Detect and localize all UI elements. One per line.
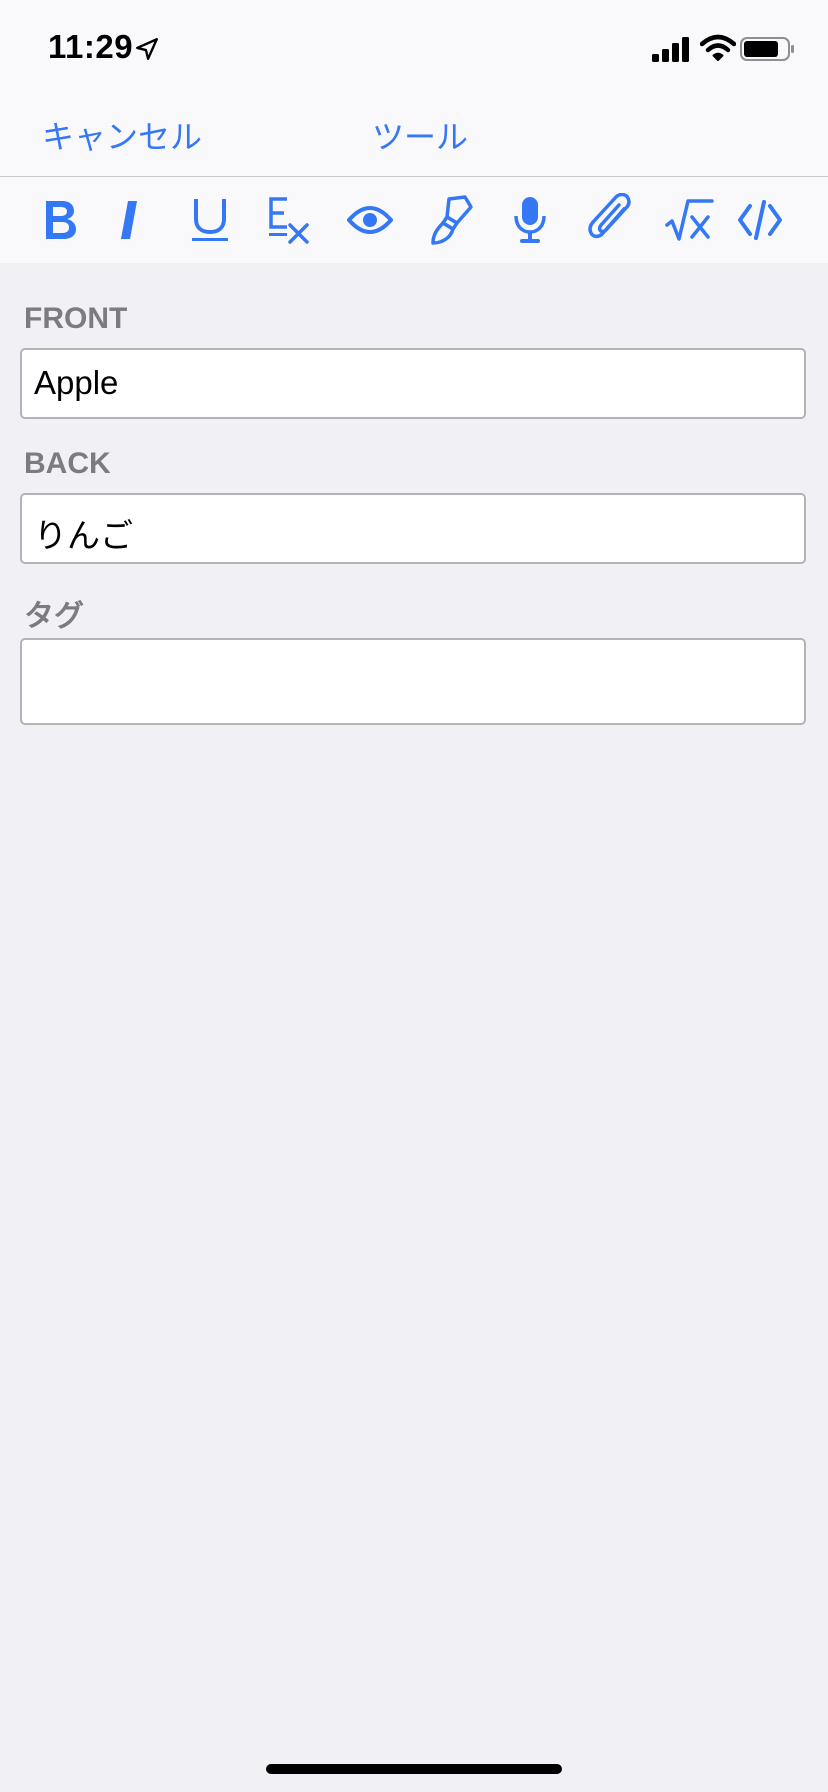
- cellular-signal-icon: [652, 37, 689, 62]
- underline-button[interactable]: [179, 192, 241, 248]
- formatting-toolbar: [0, 177, 828, 263]
- attach-button[interactable]: [579, 192, 641, 248]
- paintbrush-button[interactable]: [419, 192, 481, 248]
- tags-field[interactable]: [20, 638, 806, 725]
- cancel-button[interactable]: キャンセル: [42, 112, 202, 158]
- clear-formatting-icon: [269, 197, 309, 244]
- status-bar: 11:29: [0, 0, 828, 88]
- front-field[interactable]: Apple: [20, 348, 806, 419]
- status-time: 11:29: [48, 28, 134, 65]
- front-field-value: Apple: [34, 364, 119, 401]
- clear-formatting-button[interactable]: [258, 192, 320, 248]
- bold-button[interactable]: [29, 192, 91, 248]
- bold-icon: [46, 201, 76, 239]
- wifi-icon: [700, 34, 736, 61]
- nav-bar: キャンセル ツール: [0, 88, 828, 177]
- tags-label: タグ: [24, 600, 84, 633]
- paintbrush-icon: [431, 195, 473, 245]
- html-editor-button[interactable]: [729, 192, 791, 248]
- italic-button[interactable]: [99, 192, 161, 248]
- preview-button[interactable]: [339, 192, 401, 248]
- microphone-icon: [514, 197, 546, 243]
- record-audio-button[interactable]: [499, 192, 561, 248]
- math-root-icon: [665, 199, 714, 241]
- back-label: BACK: [24, 447, 111, 480]
- battery-icon: [740, 37, 794, 61]
- underline-icon: [192, 199, 228, 241]
- tools-button[interactable]: ツール: [372, 112, 468, 158]
- back-field[interactable]: りんご: [20, 493, 806, 564]
- home-indicator: [266, 1764, 562, 1774]
- paperclip-icon: [588, 193, 631, 239]
- back-field-value: りんご: [34, 517, 133, 554]
- code-icon: [738, 200, 782, 240]
- location-arrow-icon: [136, 38, 158, 60]
- math-button[interactable]: [658, 192, 720, 248]
- front-label: FRONT: [24, 302, 128, 335]
- eye-icon: [347, 206, 393, 234]
- italic-icon: [121, 201, 137, 239]
